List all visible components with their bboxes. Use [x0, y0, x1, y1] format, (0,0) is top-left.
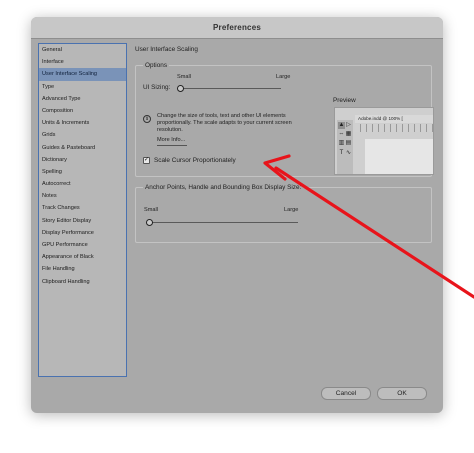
sidebar-item-advanced-type[interactable]: Advanced Type — [39, 93, 126, 105]
sidebar-item-spelling[interactable]: Spelling — [39, 166, 126, 178]
sidebar-item-autocorrect[interactable]: Autocorrect — [39, 178, 126, 190]
ok-button[interactable]: OK — [377, 387, 427, 400]
scale-cursor-label[interactable]: Scale Cursor Proportionately — [154, 157, 236, 164]
preview-pane: Adobe.indd @ 100% [ ▲ ▷ ⇔ ▦ ▥ ▤ T ∿ — [334, 107, 434, 175]
more-info-underline — [157, 145, 187, 146]
sidebar-item-general[interactable]: General — [39, 44, 126, 56]
sidebar-item-appearance-of-black[interactable]: Appearance of Black — [39, 251, 126, 263]
direct-selection-tool-icon: ▷ — [346, 122, 351, 128]
ui-sizing-label: UI Sizing: — [143, 84, 171, 91]
anchor-group — [135, 187, 432, 243]
cancel-button[interactable]: Cancel — [321, 387, 371, 400]
type-tool-icon: T — [339, 150, 344, 156]
sidebar-item-story-editor-display[interactable]: Story Editor Display — [39, 215, 126, 227]
section-heading: User Interface Scaling — [135, 46, 198, 53]
info-icon: i — [143, 115, 151, 123]
content-collector-icon: ▥ — [338, 140, 345, 146]
anchor-large-label: Large — [284, 207, 299, 213]
preview-ruler — [355, 124, 433, 132]
preview-doc-tab: Adobe.indd @ 100% [ — [355, 115, 433, 123]
sidebar-item-notes[interactable]: Notes — [39, 190, 126, 202]
sidebar-item-interface[interactable]: Interface — [39, 56, 126, 68]
preview-title: Preview — [333, 97, 356, 104]
sidebar-item-user-interface-scaling[interactable]: User Interface Scaling — [39, 68, 126, 81]
more-info-link[interactable]: More Info... — [157, 137, 185, 143]
preview-toolbar: ▲ ▷ ⇔ ▦ ▥ ▤ T ∿ — [337, 120, 353, 174]
type-on-path-tool-icon: ∿ — [345, 150, 352, 156]
sidebar-item-guides-pasteboard[interactable]: Guides & Pasteboard — [39, 142, 126, 154]
anchor-size-slider-knob[interactable] — [146, 219, 153, 226]
gap-tool-icon: ▦ — [345, 131, 352, 137]
sidebar-item-display-performance[interactable]: Display Performance — [39, 227, 126, 239]
ui-sizing-slider-knob[interactable] — [177, 85, 184, 92]
sidebar-item-composition[interactable]: Composition — [39, 105, 126, 117]
sidebar-item-type[interactable]: Type — [39, 81, 126, 93]
preview-page — [365, 139, 433, 174]
anchor-small-label: Small — [144, 207, 158, 213]
anchor-title: Anchor Points, Handle and Bounding Box D… — [143, 184, 304, 191]
sidebar-item-units-increments[interactable]: Units & Increments — [39, 117, 126, 129]
sidebar-item-file-handling[interactable]: File Handling — [39, 263, 126, 275]
selection-tool-icon: ▲ — [338, 122, 345, 129]
info-text: Change the size of tools, text and other… — [157, 113, 292, 134]
options-title: Options — [143, 62, 170, 69]
scale-cursor-checkbox[interactable]: ✓ — [143, 157, 150, 164]
sidebar-item-dictionary[interactable]: Dictionary — [39, 154, 126, 166]
ui-sizing-track — [180, 88, 281, 89]
content-placer-icon: ▤ — [345, 140, 352, 146]
preferences-sidebar[interactable]: General Interface User Interface Scaling… — [38, 43, 127, 377]
preferences-window: Preferences General Interface User Inter… — [31, 17, 443, 413]
sidebar-item-track-changes[interactable]: Track Changes — [39, 202, 126, 214]
ui-sizing-small-label: Small — [177, 74, 191, 80]
sidebar-item-clipboard-handling[interactable]: Clipboard Handling — [39, 276, 126, 288]
window-title: Preferences — [31, 17, 443, 39]
sidebar-item-gpu-performance[interactable]: GPU Performance — [39, 239, 126, 251]
anchor-size-track — [150, 222, 298, 223]
page-tool-icon: ⇔ — [338, 131, 345, 137]
ui-sizing-large-label: Large — [276, 74, 291, 80]
sidebar-item-grids[interactable]: Grids — [39, 129, 126, 141]
